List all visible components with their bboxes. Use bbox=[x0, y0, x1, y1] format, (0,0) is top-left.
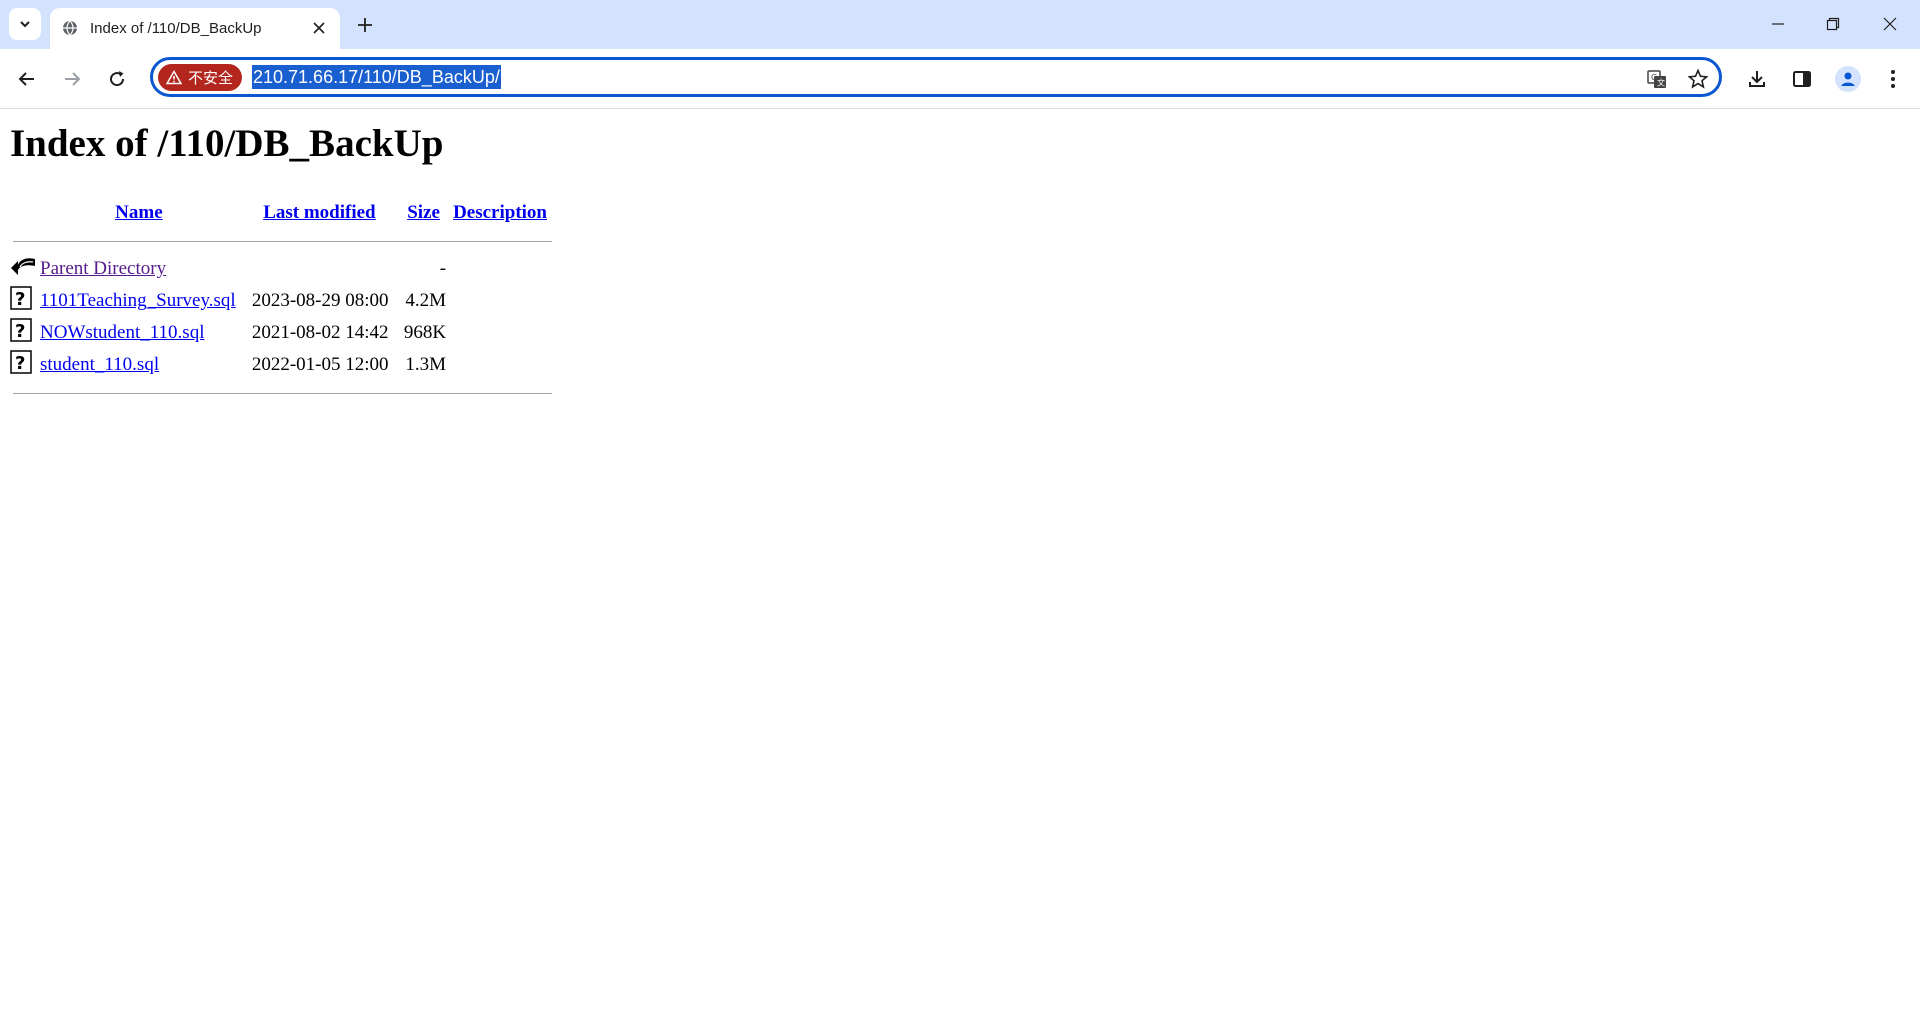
modified-cell: 2022-01-05 12:00 bbox=[251, 354, 389, 375]
tab-title: Index of /110/DB_BackUp bbox=[90, 20, 262, 37]
table-row: ? student_110.sql 2022-01-05 12:00 1.3M bbox=[10, 349, 552, 381]
active-tab[interactable]: Index of /110/DB_BackUp bbox=[50, 8, 340, 49]
divider bbox=[13, 392, 552, 394]
close-icon bbox=[1883, 17, 1897, 31]
more-menu-icon[interactable] bbox=[1878, 64, 1908, 94]
globe-icon bbox=[62, 20, 78, 41]
size-cell: 4.2M bbox=[405, 290, 447, 311]
modified-cell: 2021-08-02 14:42 bbox=[251, 322, 389, 343]
page-content: Index of /110/DB_BackUp Name Last modifi… bbox=[0, 109, 1920, 1030]
file-link[interactable]: student_110.sql bbox=[40, 354, 159, 375]
description-cell bbox=[448, 285, 552, 317]
translate-icon[interactable]: G 文 bbox=[1644, 66, 1670, 92]
description-cell bbox=[448, 349, 552, 381]
unknown-file-icon: ? bbox=[10, 349, 38, 381]
reload-button[interactable] bbox=[102, 64, 132, 94]
svg-text:文: 文 bbox=[1657, 78, 1665, 88]
svg-text:?: ? bbox=[15, 353, 25, 374]
divider bbox=[13, 240, 552, 242]
person-icon bbox=[1841, 72, 1855, 86]
plus-icon bbox=[358, 18, 372, 32]
restore-icon bbox=[1826, 17, 1840, 31]
table-row: ? 1101Teaching_Survey.sql 2023-08-29 08:… bbox=[10, 285, 552, 317]
profile-avatar[interactable] bbox=[1835, 66, 1861, 92]
size-cell: 968K bbox=[403, 322, 447, 343]
sort-by-description-link[interactable]: Description bbox=[453, 202, 547, 223]
forward-button[interactable] bbox=[57, 64, 87, 94]
modified-cell bbox=[250, 253, 399, 285]
file-link[interactable]: NOWstudent_110.sql bbox=[40, 322, 204, 343]
close-tab-icon[interactable] bbox=[308, 17, 330, 39]
sort-by-name-link[interactable]: Name bbox=[115, 202, 162, 223]
security-label: 不安全 bbox=[188, 70, 234, 87]
sort-by-last-modified-link[interactable]: Last modified bbox=[263, 202, 375, 223]
url-text[interactable]: 210.71.66.17/110/DB_BackUp/ bbox=[252, 65, 501, 89]
description-cell bbox=[448, 253, 552, 285]
page-title: Index of /110/DB_BackUp bbox=[10, 122, 444, 165]
file-link[interactable]: 1101Teaching_Survey.sql bbox=[40, 290, 236, 311]
arrow-right-icon bbox=[65, 72, 81, 86]
header-icon-cell bbox=[10, 197, 38, 229]
unknown-file-icon: ? bbox=[10, 317, 38, 349]
minimize-button[interactable] bbox=[1754, 6, 1802, 42]
svg-text:?: ? bbox=[15, 289, 25, 310]
warning-icon bbox=[166, 70, 182, 85]
minimize-icon bbox=[1772, 23, 1784, 25]
svg-text:?: ? bbox=[15, 321, 25, 342]
arrow-left-icon bbox=[18, 72, 34, 86]
size-cell: 1.3M bbox=[405, 354, 447, 375]
downloads-icon[interactable] bbox=[1742, 64, 1772, 94]
address-bar[interactable]: 不安全 210.71.66.17/110/DB_BackUp/ G 文 bbox=[150, 57, 1722, 97]
sort-by-size-link[interactable]: Size bbox=[407, 202, 440, 223]
table-row: Parent Directory - bbox=[10, 253, 552, 285]
footer-divider-row bbox=[10, 381, 552, 405]
size-cell: - bbox=[439, 258, 447, 279]
close-window-button[interactable] bbox=[1866, 6, 1914, 42]
table-row: ? NOWstudent_110.sql 2021-08-02 14:42 96… bbox=[10, 317, 552, 349]
description-cell bbox=[448, 317, 552, 349]
new-tab-button[interactable] bbox=[352, 12, 378, 38]
parent-directory-link[interactable]: Parent Directory bbox=[40, 258, 166, 279]
file-listing-table: Name Last modified Size Description Pare… bbox=[10, 197, 552, 405]
browser-toolbar: 不安全 210.71.66.17/110/DB_BackUp/ G 文 bbox=[0, 49, 1920, 109]
side-panel-icon[interactable] bbox=[1787, 64, 1817, 94]
tab-strip: Index of /110/DB_BackUp bbox=[0, 0, 1920, 49]
chevron-down-icon bbox=[20, 21, 30, 28]
unknown-file-icon: ? bbox=[10, 285, 38, 317]
restore-button[interactable] bbox=[1809, 6, 1857, 42]
bookmark-star-icon[interactable] bbox=[1685, 66, 1711, 92]
header-divider-row bbox=[10, 229, 552, 253]
back-button[interactable] bbox=[12, 64, 42, 94]
parent-directory-icon bbox=[10, 253, 38, 285]
reload-icon bbox=[110, 71, 125, 87]
table-header-row: Name Last modified Size Description bbox=[10, 197, 552, 229]
not-secure-chip[interactable]: 不安全 bbox=[158, 64, 242, 91]
tab-search-button[interactable] bbox=[9, 8, 41, 40]
modified-cell: 2023-08-29 08:00 bbox=[251, 290, 389, 311]
